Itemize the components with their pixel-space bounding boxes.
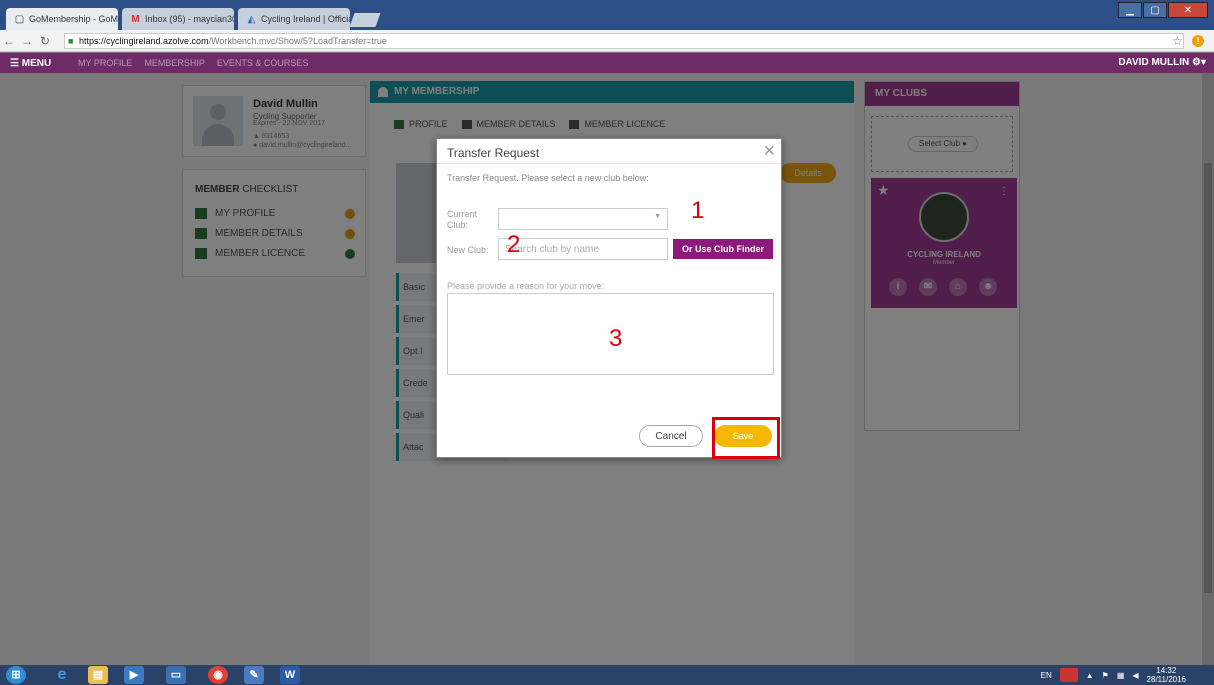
minimize-icon[interactable]: ▁ bbox=[1118, 2, 1142, 18]
nav-my-profile[interactable]: MY PROFILE bbox=[78, 58, 132, 68]
divider bbox=[437, 163, 781, 164]
save-button[interactable]: Save bbox=[714, 425, 772, 447]
new-club-search-input[interactable] bbox=[498, 238, 668, 260]
page-icon: ▢ bbox=[14, 13, 25, 25]
volume-icon[interactable]: ◀ bbox=[1132, 671, 1138, 680]
new-club-label: New Club: bbox=[447, 245, 489, 255]
app-icon[interactable]: ▭ bbox=[166, 666, 186, 684]
system-tray: EN ▲ ⚑ ▦ ◀ 14:32 28/11/2016 bbox=[1041, 665, 1186, 685]
annotation-1: 1 bbox=[691, 197, 705, 224]
word-icon[interactable]: W bbox=[280, 666, 300, 684]
tab-label: Inbox (95) - maycian30 bbox=[145, 14, 234, 24]
current-club-label: Current Club: bbox=[447, 209, 478, 230]
chevron-down-icon: ▼ bbox=[654, 213, 661, 220]
reload-icon[interactable]: ↻ bbox=[36, 34, 54, 48]
extension-alert-icon[interactable]: ! bbox=[1192, 35, 1204, 47]
tab-cycling-ireland[interactable]: ◭ Cycling Ireland | Official × bbox=[238, 8, 350, 30]
maximize-icon[interactable]: ▢ bbox=[1143, 2, 1167, 18]
clock-time: 14:32 bbox=[1156, 666, 1177, 675]
scrollbar-thumb[interactable] bbox=[1204, 163, 1212, 593]
reason-label: Please provide a reason for your move: bbox=[447, 281, 605, 291]
back-icon[interactable]: ← bbox=[0, 34, 18, 48]
browser-tab-bar: ▢ GoMembership - GoMe × M Inbox (95) - m… bbox=[0, 0, 1214, 30]
tab-inbox[interactable]: M Inbox (95) - maycian30 × bbox=[122, 8, 234, 30]
menu-button[interactable]: ☰ MENU bbox=[0, 58, 78, 69]
network-icon[interactable]: ▦ bbox=[1117, 671, 1125, 680]
address-bar: ← → ↻ ■ https://cyclingireland.azolve.co… bbox=[0, 30, 1214, 52]
start-icon[interactable]: ⊞ bbox=[6, 666, 26, 684]
nav-events-courses[interactable]: EVENTS & COURSES bbox=[217, 58, 309, 68]
window-controls: ▁ ▢ ✕ bbox=[1118, 2, 1208, 18]
tab-label: GoMembership - GoMe bbox=[29, 14, 118, 24]
file-explorer-icon[interactable]: ▤ bbox=[88, 666, 108, 684]
new-tab-button[interactable] bbox=[349, 13, 381, 27]
page-scrollbar[interactable] bbox=[1202, 73, 1214, 665]
user-menu[interactable]: DAVID MULLIN ⚙▾ bbox=[1118, 57, 1206, 68]
club-finder-button[interactable]: Or Use Club Finder bbox=[673, 239, 773, 259]
window-close-icon[interactable]: ✕ bbox=[1168, 2, 1208, 18]
url-field[interactable]: ■ https://cyclingireland.azolve.com/Work… bbox=[64, 33, 1184, 49]
dialog-title: Transfer Request bbox=[447, 146, 540, 160]
app-nav: ☰ MENU MY PROFILE MEMBERSHIP EVENTS & CO… bbox=[0, 53, 1214, 73]
cancel-button[interactable]: Cancel bbox=[639, 425, 703, 447]
media-player-icon[interactable]: ▶ bbox=[124, 666, 144, 684]
tab-label: Cycling Ireland | Official bbox=[261, 14, 350, 24]
gmail-icon: M bbox=[131, 13, 140, 25]
annotation-3: 3 bbox=[609, 325, 623, 352]
clock-date: 28/11/2016 bbox=[1146, 675, 1186, 684]
language-indicator[interactable]: EN bbox=[1041, 671, 1052, 680]
menu-label: MENU bbox=[21, 57, 52, 69]
tab-gomembership[interactable]: ▢ GoMembership - GoMe × bbox=[6, 8, 118, 30]
dialog-instructions: Transfer Request. Please select a new cl… bbox=[447, 173, 649, 183]
show-hidden-icon[interactable]: ▲ bbox=[1086, 671, 1094, 680]
url-host: https://cyclingireland.azolve.com bbox=[79, 36, 209, 46]
bookmark-star-icon[interactable]: ☆ bbox=[1172, 34, 1183, 48]
transfer-request-dialog: Transfer Request × Transfer Request. Ple… bbox=[436, 138, 782, 459]
paint-icon[interactable]: ✎ bbox=[244, 666, 264, 684]
ie-icon[interactable]: e bbox=[52, 666, 72, 684]
forward-icon[interactable]: → bbox=[18, 34, 36, 48]
flag-icon[interactable]: ⚑ bbox=[1102, 671, 1109, 680]
url-path: /Workbench.mvc/Show/5?LoadTransfer=true bbox=[208, 36, 387, 46]
cycling-icon: ◭ bbox=[247, 13, 256, 25]
user-name: DAVID MULLIN bbox=[1118, 57, 1190, 68]
clock[interactable]: 14:32 28/11/2016 bbox=[1147, 666, 1186, 684]
nav-membership[interactable]: MEMBERSHIP bbox=[144, 58, 205, 68]
notification-icon[interactable] bbox=[1059, 668, 1078, 682]
current-club-select[interactable]: ▼ bbox=[498, 208, 668, 230]
close-icon[interactable]: × bbox=[763, 141, 775, 161]
lock-icon: ■ bbox=[68, 36, 74, 46]
chrome-icon[interactable]: ◉ bbox=[208, 666, 228, 684]
gear-icon: ⚙▾ bbox=[1192, 57, 1206, 68]
annotation-2: 2 bbox=[507, 231, 521, 258]
os-taskbar: ⊞ e ▤ ▶ ▭ ◉ ✎ W EN ▲ ⚑ ▦ ◀ 14:32 28/11/2… bbox=[0, 665, 1214, 685]
